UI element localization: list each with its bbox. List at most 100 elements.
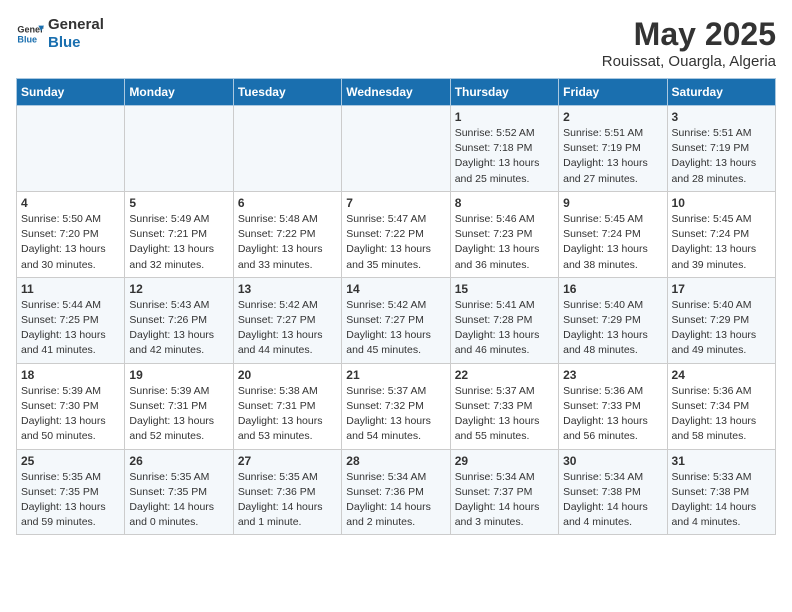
day-number: 30: [563, 454, 662, 468]
day-detail: Sunrise: 5:42 AM Sunset: 7:27 PM Dayligh…: [346, 298, 445, 359]
calendar-cell: 8 Sunrise: 5:46 AM Sunset: 7:23 PM Daylig…: [450, 191, 558, 277]
calendar-cell: 5 Sunrise: 5:49 AM Sunset: 7:21 PM Daylig…: [125, 191, 233, 277]
calendar-cell: 23Sunrise: 5:36 AM Sunset: 7:33 PM Dayli…: [559, 363, 667, 449]
calendar-cell: 27 Sunrise: 5:35 AM Sunset: 7:36 PM Dayli…: [233, 449, 341, 535]
calendar-table: SundayMondayTuesdayWednesdayThursdayFrid…: [16, 78, 776, 535]
calendar-cell: 13Sunrise: 5:42 AM Sunset: 7:27 PM Dayli…: [233, 277, 341, 363]
logo-icon: General Blue: [16, 20, 44, 48]
day-detail: Sunrise: 5:44 AM Sunset: 7:25 PM Dayligh…: [21, 298, 120, 359]
day-number: 27: [238, 454, 337, 468]
calendar-cell: 16Sunrise: 5:40 AM Sunset: 7:29 PM Dayli…: [559, 277, 667, 363]
calendar-cell: 30 Sunrise: 5:34 AM Sunset: 7:38 PM Dayli…: [559, 449, 667, 535]
logo-general: General: [48, 16, 104, 34]
day-detail: Sunrise: 5:39 AM Sunset: 7:30 PM Dayligh…: [21, 384, 120, 445]
day-detail: Sunrise: 5:39 AM Sunset: 7:31 PM Dayligh…: [129, 384, 228, 445]
day-detail: Sunrise: 5:48 AM Sunset: 7:22 PM Dayligh…: [238, 212, 337, 273]
day-number: 11: [21, 282, 120, 296]
day-number: 12: [129, 282, 228, 296]
month-title: May 2025: [602, 16, 776, 53]
day-detail: Sunrise: 5:35 AM Sunset: 7:36 PM Dayligh…: [238, 470, 337, 531]
weekday-header-friday: Friday: [559, 79, 667, 106]
day-detail: Sunrise: 5:35 AM Sunset: 7:35 PM Dayligh…: [21, 470, 120, 531]
day-number: 22: [455, 368, 554, 382]
day-detail: Sunrise: 5:35 AM Sunset: 7:35 PM Dayligh…: [129, 470, 228, 531]
day-detail: Sunrise: 5:36 AM Sunset: 7:34 PM Dayligh…: [672, 384, 771, 445]
calendar-week-2: 4Sunrise: 5:50 AM Sunset: 7:20 PM Daylig…: [17, 191, 776, 277]
day-detail: Sunrise: 5:47 AM Sunset: 7:22 PM Dayligh…: [346, 212, 445, 273]
day-detail: Sunrise: 5:51 AM Sunset: 7:19 PM Dayligh…: [672, 126, 771, 187]
calendar-week-3: 11 Sunrise: 5:44 AM Sunset: 7:25 PM Dayli…: [17, 277, 776, 363]
day-number: 5: [129, 196, 228, 210]
calendar-cell: 26 Sunrise: 5:35 AM Sunset: 7:35 PM Dayli…: [125, 449, 233, 535]
calendar-cell: 21 Sunrise: 5:37 AM Sunset: 7:32 PM Dayli…: [342, 363, 450, 449]
calendar-cell: 19Sunrise: 5:39 AM Sunset: 7:31 PM Dayli…: [125, 363, 233, 449]
day-detail: Sunrise: 5:38 AM Sunset: 7:31 PM Dayligh…: [238, 384, 337, 445]
day-number: 26: [129, 454, 228, 468]
weekday-header-monday: Monday: [125, 79, 233, 106]
weekday-header-row: SundayMondayTuesdayWednesdayThursdayFrid…: [17, 79, 776, 106]
day-number: 14: [346, 282, 445, 296]
day-number: 10: [672, 196, 771, 210]
day-detail: Sunrise: 5:40 AM Sunset: 7:29 PM Dayligh…: [672, 298, 771, 359]
weekday-header-sunday: Sunday: [17, 79, 125, 106]
calendar-week-4: 18 Sunrise: 5:39 AM Sunset: 7:30 PM Dayli…: [17, 363, 776, 449]
weekday-header-tuesday: Tuesday: [233, 79, 341, 106]
day-number: 6: [238, 196, 337, 210]
day-detail: Sunrise: 5:41 AM Sunset: 7:28 PM Dayligh…: [455, 298, 554, 359]
day-number: 25: [21, 454, 120, 468]
day-detail: Sunrise: 5:49 AM Sunset: 7:21 PM Dayligh…: [129, 212, 228, 273]
day-number: 8: [455, 196, 554, 210]
day-detail: Sunrise: 5:36 AM Sunset: 7:33 PM Dayligh…: [563, 384, 662, 445]
calendar-week-1: 1 Sunrise: 5:52 AM Sunset: 7:18 PM Daylig…: [17, 106, 776, 192]
day-detail: Sunrise: 5:50 AM Sunset: 7:20 PM Dayligh…: [21, 212, 120, 273]
day-detail: Sunrise: 5:34 AM Sunset: 7:38 PM Dayligh…: [563, 470, 662, 531]
weekday-header-thursday: Thursday: [450, 79, 558, 106]
day-detail: Sunrise: 5:52 AM Sunset: 7:18 PM Dayligh…: [455, 126, 554, 187]
day-number: 31: [672, 454, 771, 468]
calendar-cell: 24Sunrise: 5:36 AM Sunset: 7:34 PM Dayli…: [667, 363, 775, 449]
calendar-cell: 11 Sunrise: 5:44 AM Sunset: 7:25 PM Dayli…: [17, 277, 125, 363]
calendar-cell: 14 Sunrise: 5:42 AM Sunset: 7:27 PM Dayli…: [342, 277, 450, 363]
calendar-cell: [342, 106, 450, 192]
day-detail: Sunrise: 5:45 AM Sunset: 7:24 PM Dayligh…: [563, 212, 662, 273]
day-detail: Sunrise: 5:37 AM Sunset: 7:32 PM Dayligh…: [346, 384, 445, 445]
day-detail: Sunrise: 5:34 AM Sunset: 7:36 PM Dayligh…: [346, 470, 445, 531]
day-number: 18: [21, 368, 120, 382]
calendar-cell: 18 Sunrise: 5:39 AM Sunset: 7:30 PM Dayli…: [17, 363, 125, 449]
day-detail: Sunrise: 5:33 AM Sunset: 7:38 PM Dayligh…: [672, 470, 771, 531]
calendar-cell: 17Sunrise: 5:40 AM Sunset: 7:29 PM Dayli…: [667, 277, 775, 363]
day-number: 28: [346, 454, 445, 468]
calendar-cell: 20 Sunrise: 5:38 AM Sunset: 7:31 PM Dayli…: [233, 363, 341, 449]
calendar-cell: 9 Sunrise: 5:45 AM Sunset: 7:24 PM Daylig…: [559, 191, 667, 277]
day-detail: Sunrise: 5:34 AM Sunset: 7:37 PM Dayligh…: [455, 470, 554, 531]
calendar-cell: 3 Sunrise: 5:51 AM Sunset: 7:19 PM Daylig…: [667, 106, 775, 192]
calendar-cell: [233, 106, 341, 192]
title-block: May 2025 Rouissat, Ouargla, Algeria: [602, 16, 776, 70]
calendar-cell: 29 Sunrise: 5:34 AM Sunset: 7:37 PM Dayli…: [450, 449, 558, 535]
page-header: General Blue General Blue May 2025 Rouis…: [16, 16, 776, 70]
day-detail: Sunrise: 5:43 AM Sunset: 7:26 PM Dayligh…: [129, 298, 228, 359]
day-detail: Sunrise: 5:37 AM Sunset: 7:33 PM Dayligh…: [455, 384, 554, 445]
logo: General Blue General Blue: [16, 16, 104, 52]
calendar-cell: 4Sunrise: 5:50 AM Sunset: 7:20 PM Daylig…: [17, 191, 125, 277]
day-number: 9: [563, 196, 662, 210]
day-number: 21: [346, 368, 445, 382]
calendar-cell: 15 Sunrise: 5:41 AM Sunset: 7:28 PM Dayli…: [450, 277, 558, 363]
day-number: 15: [455, 282, 554, 296]
calendar-cell: 12 Sunrise: 5:43 AM Sunset: 7:26 PM Dayli…: [125, 277, 233, 363]
calendar-week-5: 25 Sunrise: 5:35 AM Sunset: 7:35 PM Dayli…: [17, 449, 776, 535]
day-detail: Sunrise: 5:45 AM Sunset: 7:24 PM Dayligh…: [672, 212, 771, 273]
calendar-cell: 25 Sunrise: 5:35 AM Sunset: 7:35 PM Dayli…: [17, 449, 125, 535]
day-number: 2: [563, 110, 662, 124]
calendar-cell: 31 Sunrise: 5:33 AM Sunset: 7:38 PM Dayli…: [667, 449, 775, 535]
day-number: 1: [455, 110, 554, 124]
day-number: 20: [238, 368, 337, 382]
calendar-cell: 22 Sunrise: 5:37 AM Sunset: 7:33 PM Dayli…: [450, 363, 558, 449]
weekday-header-wednesday: Wednesday: [342, 79, 450, 106]
day-number: 29: [455, 454, 554, 468]
day-detail: Sunrise: 5:46 AM Sunset: 7:23 PM Dayligh…: [455, 212, 554, 273]
calendar-cell: 2Sunrise: 5:51 AM Sunset: 7:19 PM Daylig…: [559, 106, 667, 192]
day-number: 3: [672, 110, 771, 124]
calendar-cell: [125, 106, 233, 192]
day-number: 16: [563, 282, 662, 296]
